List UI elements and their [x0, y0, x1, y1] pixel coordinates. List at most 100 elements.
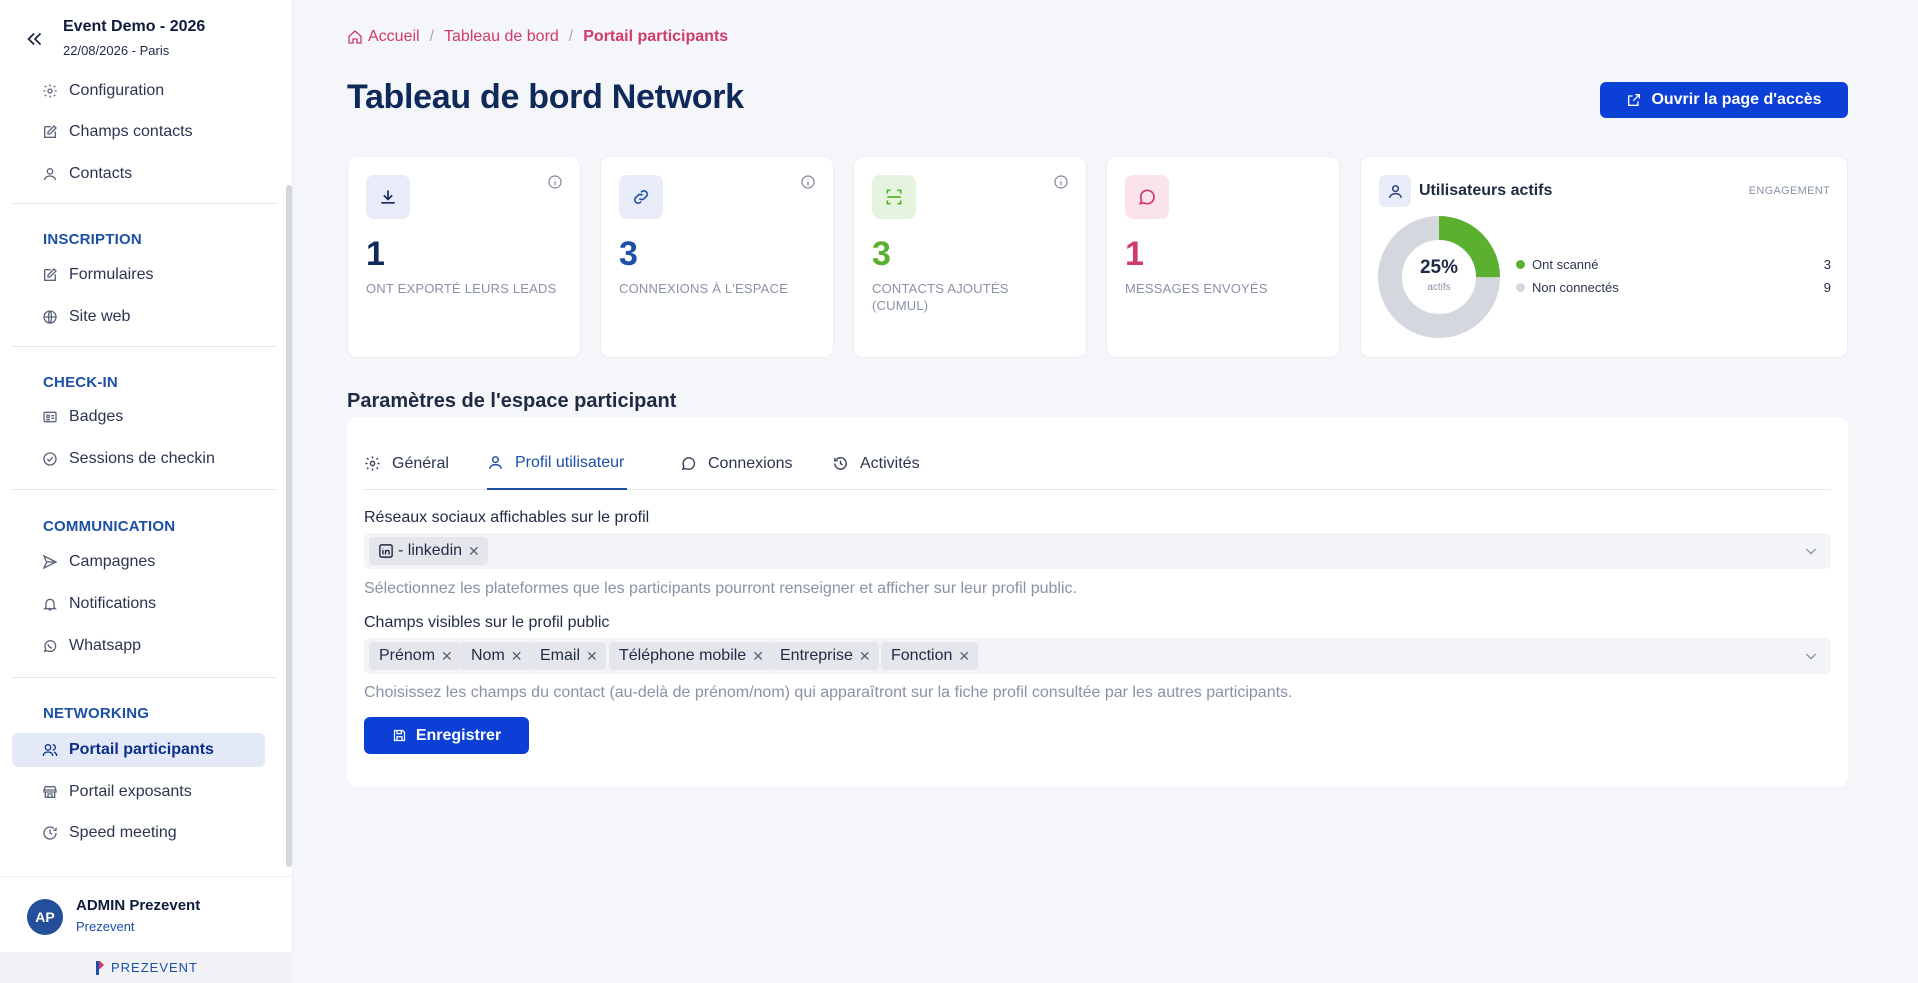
- save-label: Enregistrer: [415, 726, 502, 744]
- info-icon[interactable]: [800, 174, 816, 190]
- link-icon: [619, 175, 663, 219]
- message-icon: [1125, 175, 1169, 219]
- user-icon: [1379, 175, 1411, 207]
- sidebar-item-badges[interactable]: Badges: [12, 400, 265, 434]
- remove-chip-icon[interactable]: ✕: [441, 648, 453, 665]
- chip-email: Email ✕: [530, 642, 606, 670]
- remove-chip-icon[interactable]: ✕: [859, 648, 871, 665]
- remove-chip-icon[interactable]: ✕: [958, 648, 970, 665]
- sidebar-item-label: Contacts: [69, 165, 133, 182]
- sidebar-scrollbar[interactable]: [286, 185, 292, 867]
- visible-fields-helper: Choisissez les champs du contact (au-del…: [364, 684, 1293, 701]
- visible-fields-select[interactable]: Prénom ✕ Nom ✕ Email ✕ Téléphone mobile ✕ En…: [364, 638, 1831, 674]
- page-title: Tableau de bord Network: [347, 78, 744, 116]
- sidebar-item-speed-meeting[interactable]: Speed meeting: [12, 816, 265, 850]
- chip-label: Nom: [471, 647, 505, 664]
- donut-sublabel: actifs: [1427, 282, 1451, 293]
- event-title: Event Demo - 2026: [63, 18, 206, 35]
- stat-card-connections: 3 CONNEXIONS À L'ESPACE: [600, 156, 834, 358]
- social-networks-label: Réseaux sociaux affichables sur le profi…: [364, 509, 650, 526]
- stat-card-messages-sent: 1 MESSAGES ENVOYÉS: [1106, 156, 1340, 358]
- sidebar-item-label: Portail participants: [69, 741, 214, 758]
- save-button[interactable]: Enregistrer: [364, 717, 529, 754]
- settings-panel: Général Profil utilisateur Connexions Ac…: [347, 417, 1848, 787]
- stat-label: CONTACTS AJOUTÉS (CUMUL): [872, 281, 1009, 313]
- sidebar-item-formulaires[interactable]: Formulaires: [12, 258, 265, 292]
- id-card-icon: [42, 409, 58, 425]
- legend-dot: [1516, 283, 1525, 292]
- info-icon[interactable]: [1053, 174, 1069, 190]
- download-icon: [366, 175, 410, 219]
- brand-footer: PREZEVENT: [0, 952, 293, 983]
- chevron-down-icon[interactable]: [1803, 648, 1819, 664]
- sidebar-item-site-web[interactable]: Site web: [12, 300, 265, 334]
- chip-telephone-mobile: Téléphone mobile ✕: [609, 642, 772, 670]
- breadcrumb-dashboard[interactable]: Tableau de bord: [444, 28, 559, 46]
- chip-label: Prénom: [379, 647, 436, 664]
- section-label-communication: COMMUNICATION: [43, 518, 176, 535]
- sidebar-item-configuration[interactable]: Configuration: [12, 74, 265, 108]
- sidebar-divider: [12, 346, 277, 347]
- chip-linkedin: - linkedin ✕: [369, 537, 488, 565]
- breadcrumb: Accueil / Tableau de bord / Portail part…: [347, 28, 728, 46]
- chevron-down-icon[interactable]: [1803, 543, 1819, 559]
- sidebar-item-portail-exposants[interactable]: Portail exposants: [12, 775, 265, 809]
- send-icon: [42, 554, 58, 570]
- stat-card-contacts-added: 3 CONTACTS AJOUTÉS (CUMUL): [853, 156, 1087, 358]
- history-icon: [832, 455, 849, 472]
- sidebar-divider: [12, 677, 277, 678]
- remove-chip-icon[interactable]: ✕: [468, 543, 480, 560]
- bell-icon: [42, 596, 58, 612]
- whatsapp-icon: [42, 638, 58, 654]
- sidebar-item-sessions-checkin[interactable]: Sessions de checkin: [12, 442, 265, 476]
- sidebar-item-champs-contacts[interactable]: Champs contacts: [12, 115, 265, 149]
- social-networks-select[interactable]: - linkedin ✕: [364, 533, 1831, 569]
- user-name: ADMIN Prezevent: [76, 897, 201, 914]
- stat-label: ONT EXPORTÉ LEURS LEADS: [366, 281, 557, 296]
- home-icon[interactable]: [347, 29, 363, 45]
- remove-chip-icon[interactable]: ✕: [586, 648, 598, 665]
- stat-value: 3: [619, 235, 638, 273]
- tab-label: Activités: [860, 454, 920, 472]
- sidebar-item-contacts[interactable]: Contacts: [12, 157, 265, 191]
- sidebar-item-label: Champs contacts: [69, 123, 193, 140]
- sidebar-divider: [12, 203, 277, 204]
- user-profile[interactable]: AP ADMIN Prezevent Prezevent: [0, 876, 293, 952]
- users-icon: [42, 742, 58, 758]
- legend-label: Non connectés: [1532, 280, 1619, 295]
- chip-label: Téléphone mobile: [619, 647, 747, 664]
- chip-label: - linkedin: [398, 542, 463, 559]
- sidebar-item-whatsapp[interactable]: Whatsapp: [12, 629, 265, 663]
- tab-connexions[interactable]: Connexions: [680, 437, 793, 490]
- sidebar-item-label: Portail exposants: [69, 783, 192, 800]
- tab-label: Profil utilisateur: [515, 453, 625, 471]
- legend-item: Non connectés 9: [1516, 280, 1831, 295]
- sidebar-item-campagnes[interactable]: Campagnes: [12, 545, 265, 579]
- collapse-sidebar-icon[interactable]: [24, 28, 46, 50]
- section-label-networking: NETWORKING: [43, 705, 150, 722]
- brand-logo-icon: [95, 960, 104, 975]
- sidebar-item-notifications[interactable]: Notifications: [12, 587, 265, 621]
- sidebar-item-label: Configuration: [69, 82, 165, 99]
- donut-percent: 25%: [1419, 257, 1459, 278]
- tab-activites[interactable]: Activités: [832, 437, 920, 490]
- tab-general[interactable]: Général: [364, 437, 449, 490]
- engagement-tag: ENGAGEMENT: [1748, 185, 1830, 197]
- sidebar-item-portail-participants[interactable]: Portail participants: [12, 733, 265, 767]
- remove-chip-icon[interactable]: ✕: [511, 648, 523, 665]
- legend-item: Ont scanné 3: [1516, 257, 1831, 272]
- legend-value: 3: [1823, 257, 1831, 272]
- breadcrumb-home[interactable]: Accueil: [368, 28, 420, 46]
- open-access-page-button[interactable]: Ouvrir la page d'accès: [1600, 82, 1848, 118]
- remove-chip-icon[interactable]: ✕: [752, 648, 764, 665]
- tab-profil-utilisateur[interactable]: Profil utilisateur: [487, 437, 628, 490]
- globe-icon: [42, 309, 58, 325]
- linkedin-icon: [379, 544, 393, 558]
- info-icon[interactable]: [547, 174, 563, 190]
- visible-fields-label: Champs visibles sur le profil public: [364, 614, 610, 631]
- chip-entreprise: Entreprise ✕: [770, 642, 879, 670]
- breadcrumb-current: Portail participants: [583, 28, 729, 45]
- social-networks-helper: Sélectionnez les plateformes que les par…: [364, 580, 1077, 597]
- sidebar-item-label: Badges: [69, 408, 124, 425]
- user-org: Prezevent: [76, 919, 135, 934]
